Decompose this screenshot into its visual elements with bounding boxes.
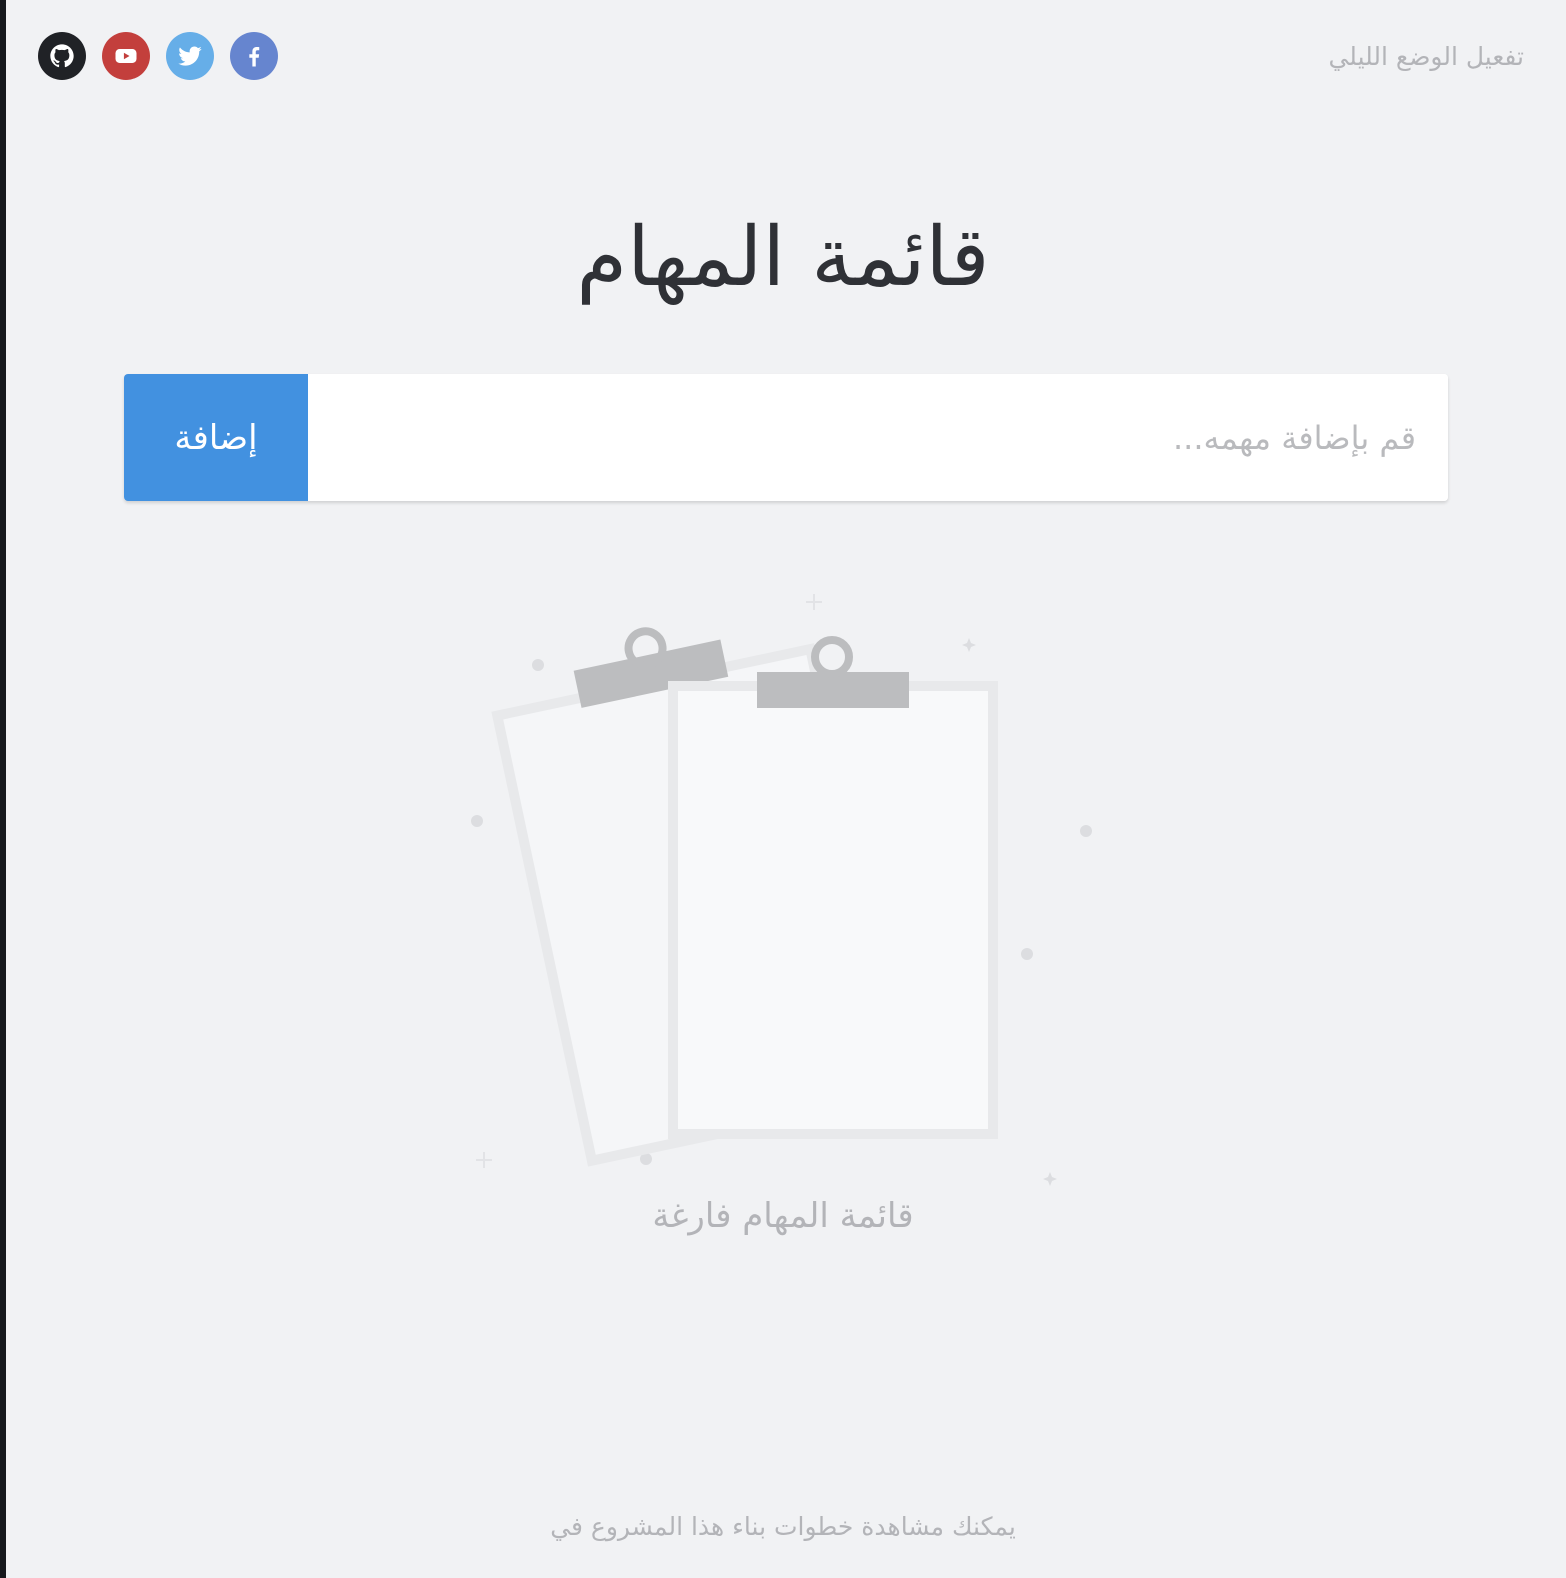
youtube-link[interactable] [102, 32, 150, 80]
github-link[interactable] [38, 32, 86, 80]
empty-state-message: قائمة المهام فارغة [652, 1196, 914, 1236]
github-icon [50, 44, 74, 68]
task-input[interactable] [308, 374, 1448, 501]
twitter-link[interactable] [166, 32, 214, 80]
page-title: قائمة المهام [576, 210, 990, 305]
twitter-icon [178, 46, 202, 66]
facebook-icon [249, 47, 260, 67]
add-task-button[interactable]: إضافة [124, 374, 308, 501]
empty-state-illustration [460, 590, 1110, 1190]
youtube-icon [115, 49, 137, 63]
top-bar: تفعيل الوضع الليلي [38, 32, 1524, 80]
footer-text: يمكنك مشاهدة خطوات بناء هذا المشروع في [550, 1512, 1016, 1541]
clipboard-icon [471, 594, 1092, 1186]
add-task-form: إضافة [124, 374, 1448, 501]
social-links [38, 32, 278, 80]
night-mode-toggle[interactable]: تفعيل الوضع الليلي [1328, 42, 1524, 71]
facebook-link[interactable] [230, 32, 278, 80]
